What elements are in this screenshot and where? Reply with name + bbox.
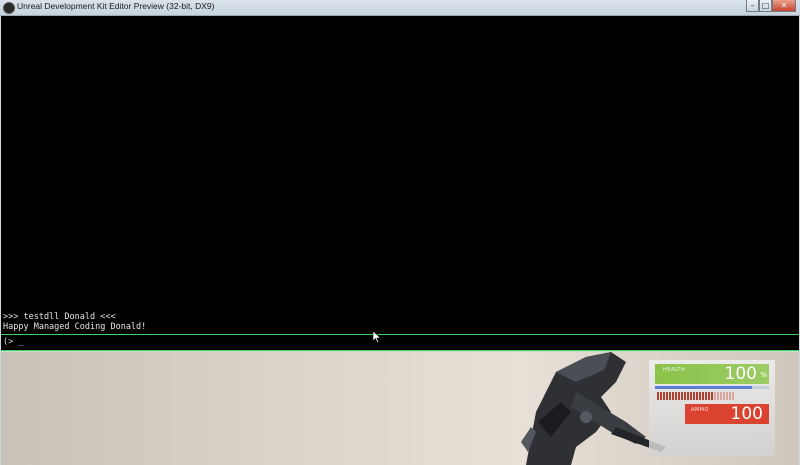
ammo-tick	[663, 392, 665, 400]
ammo-tick	[696, 392, 698, 400]
ammo-tick	[657, 392, 659, 400]
ammo-tick	[714, 392, 716, 400]
ammo-tick	[705, 392, 707, 400]
ammo-tick	[666, 392, 668, 400]
ammo-tick	[726, 392, 728, 400]
health-display: HEALTH 100 %	[655, 364, 769, 384]
window-title: Unreal Development Kit Editor Preview (3…	[17, 1, 215, 11]
ammo-value: 100	[730, 404, 763, 424]
shield-fill	[655, 386, 752, 389]
ammo-tick	[675, 392, 677, 400]
ammo-tick	[708, 392, 710, 400]
unreal-logo-icon	[3, 2, 15, 14]
shield-bar	[655, 386, 769, 389]
ammo-tick	[690, 392, 692, 400]
ammo-tick	[723, 392, 725, 400]
game-viewport[interactable]: HEALTH 100 % AMMO 100	[1, 352, 799, 465]
ammo-tick	[732, 392, 734, 400]
window-controls: – □ ✕	[746, 0, 796, 12]
ammo-tick	[711, 392, 713, 400]
hud-panel: HEALTH 100 % AMMO 100	[649, 360, 775, 456]
ammo-tick	[687, 392, 689, 400]
ammo-tick	[729, 392, 731, 400]
console-lines: >>> testdll Donald <<< Happy Managed Cod…	[3, 312, 146, 332]
console-output: >>> testdll Donald <<< Happy Managed Cod…	[1, 16, 799, 334]
ammo-tick	[669, 392, 671, 400]
ammo-tick	[678, 392, 680, 400]
close-button[interactable]: ✕	[772, 0, 796, 12]
maximize-button[interactable]: □	[759, 0, 772, 12]
console-prompt: (> _	[3, 337, 24, 347]
ammo-label: AMMO	[691, 407, 709, 413]
ammo-tick	[681, 392, 683, 400]
window-titlebar[interactable]: Unreal Development Kit Editor Preview (3…	[0, 0, 800, 16]
console-line: Happy Managed Coding Donald!	[3, 322, 147, 332]
health-unit: %	[760, 371, 767, 379]
minimize-button[interactable]: –	[746, 0, 759, 12]
ammo-ticks	[657, 391, 767, 400]
health-label: HEALTH	[663, 367, 686, 373]
ammo-tick	[660, 392, 662, 400]
health-value: 100	[724, 364, 757, 384]
ammo-display: AMMO 100	[685, 404, 769, 424]
ammo-tick	[684, 392, 686, 400]
console-line: >>> testdll Donald <<<	[3, 312, 116, 322]
console-input[interactable]: (> _	[1, 334, 799, 351]
mouse-pointer-icon	[373, 331, 381, 343]
ammo-tick	[702, 392, 704, 400]
ammo-tick	[693, 392, 695, 400]
ammo-tick	[672, 392, 674, 400]
ammo-tick	[720, 392, 722, 400]
ammo-tick	[699, 392, 701, 400]
ammo-tick	[717, 392, 719, 400]
